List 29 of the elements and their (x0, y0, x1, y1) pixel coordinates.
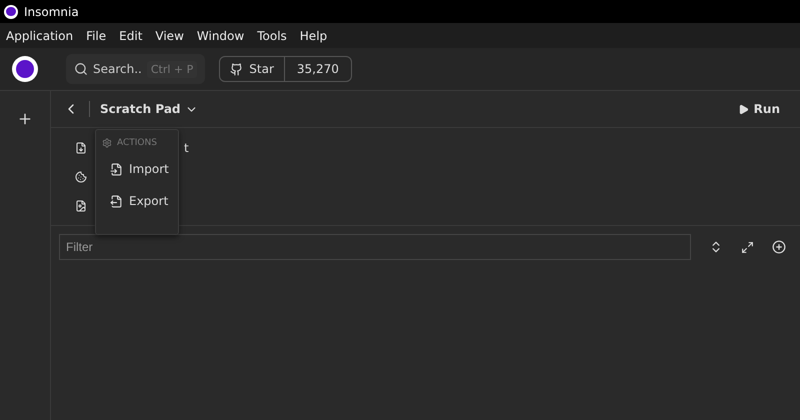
export-icon (110, 194, 123, 208)
run-button[interactable]: Run (738, 102, 780, 116)
search-field[interactable]: Search.. Ctrl + P (66, 54, 206, 84)
menu-item[interactable]: Window (196, 28, 244, 42)
import-icon (110, 162, 123, 176)
menu-item[interactable]: Help (300, 28, 328, 42)
app-logo-icon (4, 4, 18, 18)
app-logo-icon[interactable] (12, 56, 38, 82)
menu-item[interactable]: Import (96, 158, 178, 180)
menu-item[interactable]: Application (6, 28, 74, 42)
add-icon[interactable] (772, 240, 786, 254)
item-label[interactable]: t (184, 140, 189, 154)
star-count: 35,270 (296, 62, 340, 76)
play-icon (738, 104, 749, 114)
project-dropdown[interactable]: Scratch Pad (100, 102, 198, 116)
search-icon (74, 62, 88, 76)
add-icon[interactable] (17, 111, 33, 127)
github-icon (230, 62, 244, 76)
filter-field[interactable]: Filter (59, 234, 691, 260)
menu-item[interactable]: File (86, 28, 106, 42)
window-title: Insomnia (24, 4, 79, 18)
menu-item[interactable]: Tools (257, 28, 287, 42)
menu-item[interactable]: Edit (119, 28, 142, 42)
expand-icon[interactable] (741, 240, 754, 254)
gear-icon (102, 138, 112, 148)
menu-item[interactable]: View (155, 28, 184, 42)
star-button[interactable]: Star (220, 57, 285, 81)
menu-item[interactable]: Export (96, 190, 178, 212)
menu-heading: ACTIONS (117, 138, 157, 148)
